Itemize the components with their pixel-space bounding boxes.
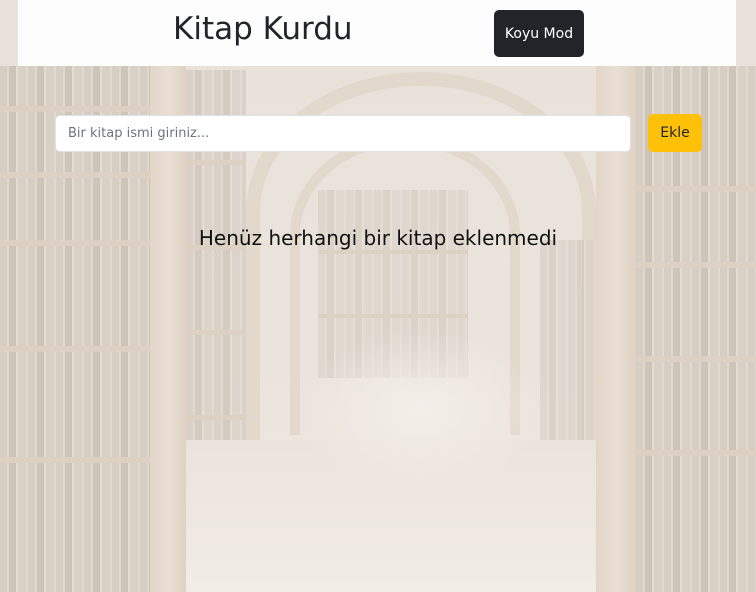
add-book-button[interactable]: Ekle — [648, 114, 702, 152]
app-header: Kitap Kurdu Koyu Mod — [18, 0, 736, 66]
library-background-image — [0, 0, 756, 592]
app-title: Kitap Kurdu — [173, 11, 353, 47]
dark-mode-button[interactable]: Koyu Mod — [494, 10, 584, 57]
book-name-input[interactable] — [55, 115, 631, 152]
empty-list-message: Henüz herhangi bir kitap eklenmedi — [198, 226, 558, 250]
